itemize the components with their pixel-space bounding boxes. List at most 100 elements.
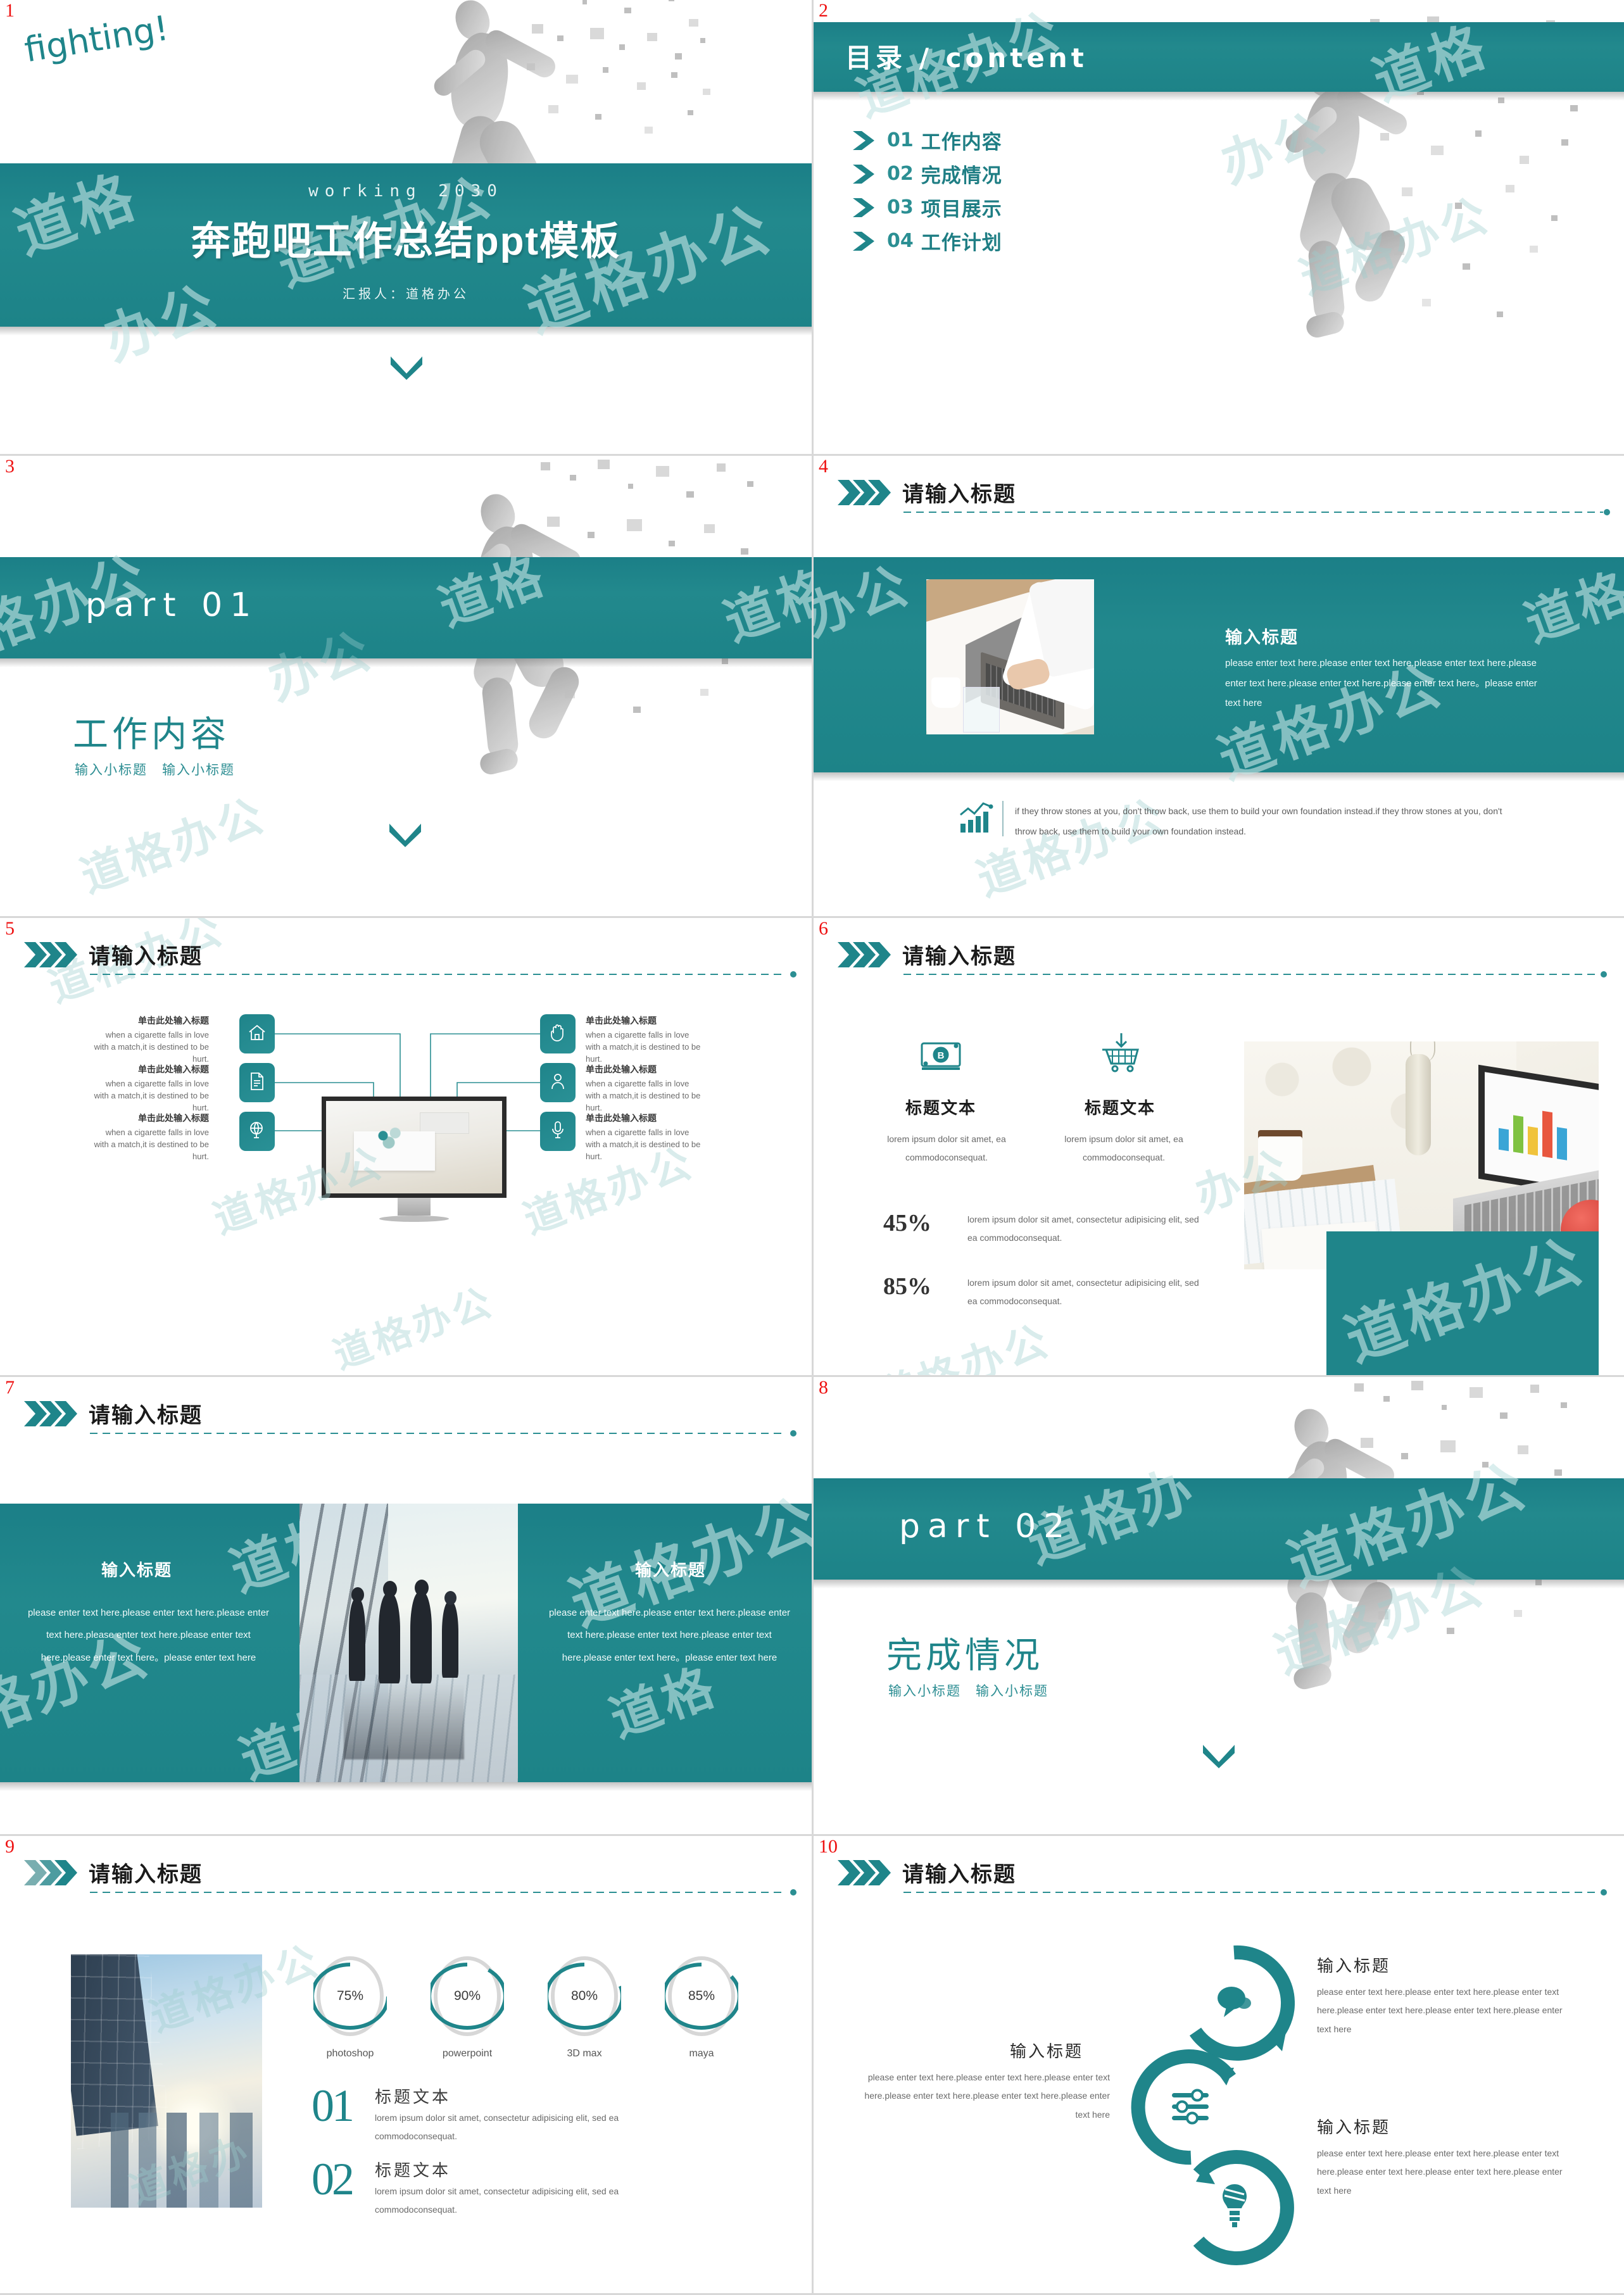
chevron-right-icon [836, 940, 895, 970]
column-title: 输入标题 [635, 1561, 707, 1580]
diagram-stage: 单击此处输入标题 when a cigarette falls in love … [0, 918, 812, 1375]
slide-thumbnail-8[interactable]: 道格办 道格办公 道格办公 part 02 完成情况 输入小标题 输入小标题 8 [814, 1377, 1624, 1836]
slide-thumbnail-9[interactable]: 请输入标题 道格办公 道格办 75% photoshop 90% powerpo… [0, 1836, 814, 2295]
runner-silhouette-graphic [405, 460, 760, 867]
fighting-label: fighting! [22, 8, 172, 70]
stat-text: lorem ipsum dolor sit amet, consectetur … [967, 1214, 1199, 1243]
slide-thumbnail-10[interactable]: 请输入标题 输入标题 please enter text here.please… [814, 1836, 1624, 2295]
diagram-node-text: 单击此处输入标题 when a cigarette falls in love … [586, 1112, 703, 1163]
chevron-right-icon [852, 197, 881, 218]
slide-number: 6 [819, 918, 828, 939]
node-body: when a cigarette falls in love with a ma… [586, 1030, 701, 1064]
progress-ring-group: 75% photoshop [313, 1953, 387, 2059]
bulb-icon [1219, 2182, 1250, 2233]
node-body: when a cigarette falls in love with a ma… [586, 1079, 701, 1112]
content-body: please enter text here.please enter text… [1225, 658, 1537, 708]
slide-number: 4 [819, 456, 828, 477]
toc-item-label: 工作内容 [921, 131, 1002, 153]
header-end-dot [1601, 971, 1607, 978]
numbered-item: 01 标题文本 lorem ipsum dolor sit amet, cons… [312, 2083, 666, 2146]
toc-title: 目录 / content [845, 42, 1088, 73]
cycle-ring [1173, 2146, 1295, 2268]
slide-header-title: 请输入标题 [902, 945, 1016, 969]
toc-item-label: 项目展示 [921, 198, 1002, 220]
slide-header: 请输入标题 [23, 1857, 203, 1888]
diagram-icon-card[interactable] [239, 1112, 275, 1151]
header-divider [903, 512, 1603, 513]
slide-thumbnail-2[interactable]: 道格办公 道格 办公 道格办公 目录 / content 01 工作内容 02 … [814, 0, 1624, 456]
section-subheading: 输入小标题 输入小标题 [888, 1684, 1048, 1699]
presenter-label: 汇报人：道格办公 [343, 287, 469, 301]
slide-number: 10 [819, 1836, 838, 1857]
node-title: 单击此处输入标题 [586, 1015, 657, 1026]
item-number: 02 [312, 2154, 355, 2204]
slide-header: 请输入标题 [836, 1857, 1016, 1888]
node-title: 单击此处输入标题 [138, 1015, 209, 1026]
section-heading: 工作内容 [73, 714, 230, 754]
working-year-label: working 2030 [308, 182, 503, 201]
slide-number: 8 [819, 1377, 828, 1398]
ring-label: photoshop [326, 2048, 374, 2059]
diagram-icon-card[interactable] [540, 1063, 576, 1102]
chevron-right-icon [836, 477, 895, 508]
node-title: 单击此处输入标题 [586, 1064, 657, 1074]
stat-percent: 45% [883, 1210, 931, 1236]
header-divider [90, 1433, 786, 1434]
diagram-icon-card[interactable] [540, 1014, 576, 1053]
progress-ring: 80% [548, 1953, 621, 2039]
slide-thumbnail-7[interactable]: 请输入标题 道格 道格办公 格办公 道格办公 道格 输入标题 ple [0, 1377, 814, 1836]
chevron-right-icon [852, 230, 881, 252]
diagram-node-text: 单击此处输入标题 when a cigarette falls in love … [92, 1063, 209, 1114]
hand-icon [550, 1023, 566, 1045]
diagram-icon-card[interactable] [239, 1063, 275, 1102]
speech-bubble-icon [1212, 1982, 1254, 2024]
laptop-photo [926, 579, 1094, 734]
section-part-label: part 01 [85, 586, 259, 624]
header-end-dot [790, 1889, 796, 1896]
toc-item-number: 03 [887, 196, 914, 218]
stat-text: lorem ipsum dolor sit amet, consectetur … [967, 1278, 1199, 1307]
slide-thumbnail-4[interactable]: 请输入标题 办公 道格 道格办公 道格办公 输入标题 please enter … [814, 456, 1624, 918]
slide-header-title: 请输入标题 [89, 1404, 203, 1428]
node-title: 单击此处输入标题 [586, 1113, 657, 1123]
vertical-divider [1002, 801, 1004, 836]
toc-item-04[interactable]: 04 工作计划 [852, 224, 1002, 258]
city-view-photo [71, 1954, 262, 2208]
progress-ring-group: 85% maya [665, 1953, 738, 2059]
section-subheading: 输入小标题 输入小标题 [75, 763, 235, 777]
progress-ring-group: 80% 3D max [548, 1953, 621, 2059]
chevron-right-icon [23, 1399, 81, 1429]
toc-item-01[interactable]: 01 工作内容 [852, 123, 1002, 157]
slide-thumbnail-6[interactable]: 请输入标题 办公 道格办公 道格办公 B 标题文本 标题文本 lorem ips… [814, 918, 1624, 1377]
toc-item-03[interactable]: 03 项目展示 [852, 191, 1002, 224]
business-people-photo [299, 1504, 518, 1782]
slide-header: 请输入标题 [836, 939, 1016, 970]
diagram-icon-card[interactable] [540, 1112, 576, 1151]
ring-value: 80% [570, 1989, 598, 2003]
slide-header: 请输入标题 [23, 1398, 203, 1429]
toc-item-02[interactable]: 02 完成情况 [852, 157, 1002, 191]
progress-ring: 75% [313, 1953, 387, 2039]
progress-ring-group: 90% powerpoint [431, 1953, 504, 2059]
chevron-right-icon [836, 1858, 895, 1888]
node-body: when a cigarette falls in love with a ma… [94, 1128, 209, 1161]
block-body: please enter text here.please enter text… [1317, 2148, 1563, 2196]
column-title: 输入标题 [101, 1561, 173, 1580]
monitor-mockup [322, 1097, 507, 1222]
slide-thumbnail-1[interactable]: fighting! 道格 道格办公 道格办公 办公 working 2030 奔… [0, 0, 814, 456]
home-icon [248, 1023, 267, 1045]
slide-thumbnail-5[interactable]: 请输入标题 道格办公 道格办公 道格办公 道格办公 单击此处输入标题 when … [0, 918, 814, 1377]
node-body: when a cigarette falls in love with a ma… [94, 1079, 209, 1112]
node-body: when a cigarette falls in love with a ma… [94, 1030, 209, 1064]
node-title: 单击此处输入标题 [138, 1113, 209, 1123]
diagram-node-text: 单击此处输入标题 when a cigarette falls in love … [586, 1063, 703, 1114]
header-divider [90, 1892, 786, 1893]
toc-item-number: 01 [887, 129, 914, 151]
slide-header: 请输入标题 [836, 477, 1016, 508]
slide-header: 请输入标题 [23, 939, 203, 970]
slide-thumbnail-3[interactable]: 格办公 道格 道格 办公 道格办公 part 01 工作内容 输入小标题 输入小… [0, 456, 814, 918]
footer-text: if they throw stones at you, don't throw… [1015, 806, 1502, 837]
diagram-icon-card[interactable] [239, 1014, 275, 1053]
slide-header-title: 请输入标题 [902, 482, 1016, 506]
numbered-item: 02 标题文本 lorem ipsum dolor sit amet, cons… [312, 2154, 666, 2220]
